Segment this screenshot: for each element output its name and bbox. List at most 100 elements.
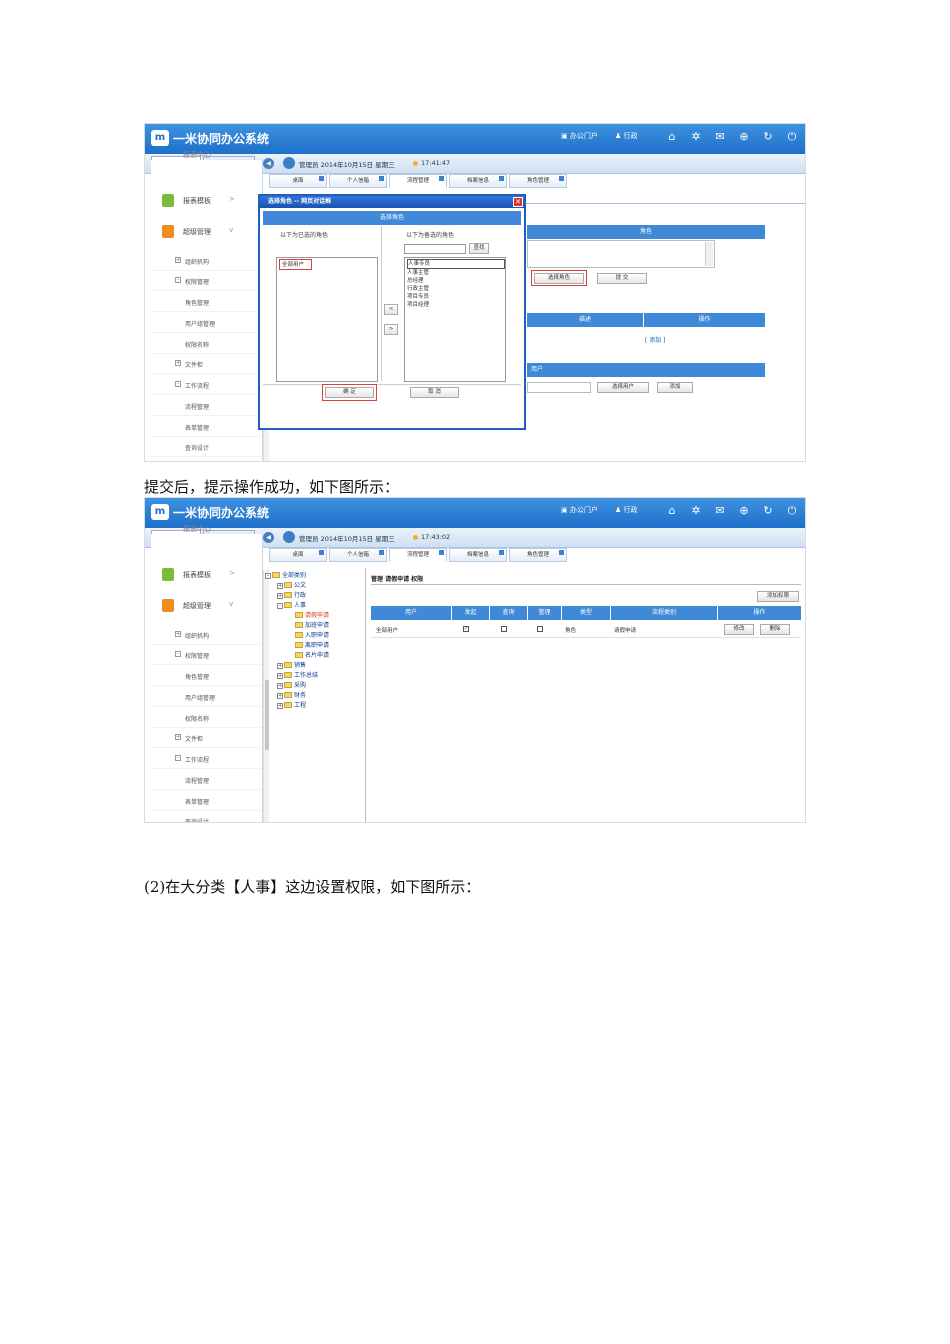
nav-portal[interactable]: ▣ 办公门户: [561, 505, 598, 515]
tree-node-sales[interactable]: + 销售: [277, 660, 306, 669]
list-item[interactable]: 人事主管: [407, 269, 503, 277]
sidebar-item-super[interactable]: 超级管理 v: [151, 591, 262, 621]
sidebar-sub-query[interactable]: 查询设计: [151, 437, 262, 457]
tab-archive[interactable]: 档案信息: [449, 174, 507, 188]
tree-node-summary[interactable]: + 工作总结: [277, 670, 318, 679]
list-item[interactable]: 项目专员: [407, 293, 503, 301]
tree-node-finance[interactable]: + 财务: [277, 690, 306, 699]
sidebar-sub-files[interactable]: + 文件柜: [151, 354, 262, 374]
tree-node-leave[interactable]: 请假申请: [295, 610, 329, 619]
nav-portal[interactable]: ▣ 办公门户: [561, 131, 598, 141]
tree-node-onboard[interactable]: 入职申请: [295, 630, 329, 639]
role-textarea[interactable]: [527, 240, 715, 268]
tree-node-xingzheng[interactable]: + 行政: [277, 590, 306, 599]
sidebar-item-report[interactable]: 报表模板 >: [151, 186, 262, 216]
gear-icon[interactable]: ✲: [690, 504, 702, 517]
select-user-button[interactable]: 选择用户: [597, 382, 649, 393]
tab-role[interactable]: 角色管理: [509, 548, 567, 562]
tab-desktop[interactable]: 桌面: [269, 548, 327, 562]
select-role-button[interactable]: 选择角色: [534, 273, 584, 284]
sidebar-sub-formmgmt[interactable]: 表单管理: [151, 417, 262, 437]
tab-mailbox[interactable]: 个人信箱: [329, 174, 387, 188]
cancel-button[interactable]: 取 消: [410, 387, 459, 398]
tab-desktop[interactable]: 桌面: [269, 174, 327, 188]
sidebar-sub-query[interactable]: 查询设计: [151, 811, 262, 822]
sidebar-sub-usergroup[interactable]: 用户组管理: [151, 313, 262, 333]
sidebar-item-super[interactable]: 超级管理 v: [151, 217, 262, 247]
power-icon[interactable]: ⏻: [786, 130, 798, 144]
sidebar-sub-permname[interactable]: 权限名称: [151, 708, 262, 728]
sidebar-sub-workflow[interactable]: - 工作流程: [151, 375, 262, 395]
gear-icon[interactable]: ✲: [690, 130, 702, 143]
refresh-icon[interactable]: ↻: [762, 130, 774, 143]
query-checkbox[interactable]: [501, 626, 507, 632]
add-link[interactable]: [ 添加 ]: [645, 335, 666, 344]
selected-role-item[interactable]: 全部用户: [279, 259, 312, 270]
sidebar-sub-org[interactable]: + 组织机构: [151, 251, 262, 271]
tab-role[interactable]: 角色管理: [509, 174, 567, 188]
tree-node-renshi[interactable]: - 人事: [277, 600, 306, 609]
home-icon[interactable]: ⌂: [666, 504, 678, 517]
tree-node-overtime[interactable]: 加班申请: [295, 620, 329, 629]
role-search-input[interactable]: [404, 244, 466, 254]
sidebar-sub-formmgmt[interactable]: 表单管理: [151, 791, 262, 811]
sidebar-sub-role[interactable]: 角色管理: [151, 292, 262, 312]
candidate-roles-list[interactable]: 人事专员 人事主管 总经理 行政主管 项目专员 项目经理: [404, 257, 506, 382]
delete-button[interactable]: 删除: [760, 624, 790, 635]
tab-archive[interactable]: 档案信息: [449, 548, 507, 562]
mail-icon[interactable]: ✉: [714, 130, 726, 143]
tree-node-engineering[interactable]: + 工程: [277, 700, 306, 709]
back-icon[interactable]: ◀: [263, 532, 274, 543]
ok-button[interactable]: 确 定: [325, 387, 374, 398]
power-icon[interactable]: ⏻: [786, 504, 798, 518]
nav-admin[interactable]: ♟ 行政: [615, 131, 638, 141]
initiate-checkbox[interactable]: ✓: [463, 626, 469, 632]
move-left-button[interactable]: <: [384, 304, 398, 315]
sidebar-partial-item[interactable]: 报表中心: [151, 150, 262, 162]
home-icon[interactable]: ⌂: [666, 130, 678, 143]
tab-mailbox[interactable]: 个人信箱: [329, 548, 387, 562]
tab-workflow[interactable]: 流程管理: [389, 174, 447, 188]
sidebar-sub-permname[interactable]: 权限名称: [151, 334, 262, 354]
tree-root[interactable]: - 全部类别: [265, 570, 306, 579]
sidebar-sub-files[interactable]: + 文件柜: [151, 728, 262, 748]
move-right-button[interactable]: >: [384, 324, 398, 335]
tree-node-gongwen[interactable]: + 公文: [277, 580, 306, 589]
tree-node-card[interactable]: 名片申请: [295, 650, 329, 659]
submit-button[interactable]: 提 交: [597, 273, 647, 284]
add-button[interactable]: 添加: [657, 382, 693, 393]
list-item[interactable]: 项目经理: [407, 301, 503, 309]
nav-admin[interactable]: ♟ 行政: [615, 505, 638, 515]
close-icon[interactable]: ✕: [513, 197, 523, 207]
user-input[interactable]: [527, 382, 591, 393]
role-textarea-scroll[interactable]: [705, 242, 713, 266]
sidebar-sub-perm[interactable]: - 权限管理: [151, 271, 262, 291]
list-item[interactable]: 人事专员: [407, 259, 505, 269]
tab-bar: 桌面 个人信箱 流程管理 档案信息 角色管理: [263, 548, 805, 564]
download-icon[interactable]: ⊕: [738, 130, 750, 143]
list-item[interactable]: 总经理: [407, 277, 503, 285]
download-icon[interactable]: ⊕: [738, 504, 750, 517]
mail-icon[interactable]: ✉: [714, 504, 726, 517]
sidebar-sub-perm[interactable]: - 权限管理: [151, 645, 262, 665]
sidebar-sub-flowmgmt[interactable]: 流程管理: [151, 396, 262, 416]
sidebar-sub-usergroup[interactable]: 用户组管理: [151, 687, 262, 707]
tree-node-purchase[interactable]: + 采购: [277, 680, 306, 689]
tab-workflow[interactable]: 流程管理: [389, 548, 447, 562]
edit-button[interactable]: 修改: [724, 624, 754, 635]
tree-node-resign[interactable]: 离职申请: [295, 640, 329, 649]
search-button[interactable]: 查找: [469, 243, 489, 254]
sidebar-partial-item[interactable]: 报表中心: [151, 524, 262, 536]
refresh-icon[interactable]: ↻: [762, 504, 774, 517]
sidebar-item-report[interactable]: 报表模板 >: [151, 560, 262, 590]
add-permission-button[interactable]: 添加权限: [757, 591, 799, 602]
manage-checkbox[interactable]: [537, 626, 543, 632]
back-icon[interactable]: ◀: [263, 158, 274, 169]
list-item[interactable]: 行政主管: [407, 285, 503, 293]
sidebar-sub-role[interactable]: 角色管理: [151, 666, 262, 686]
sidebar-sub-flowmgmt[interactable]: 流程管理: [151, 770, 262, 790]
folder-icon: [284, 602, 292, 608]
sidebar-sub-workflow[interactable]: - 工作流程: [151, 749, 262, 769]
selected-roles-list[interactable]: 全部用户: [276, 257, 378, 382]
sidebar-sub-org[interactable]: + 组织机构: [151, 625, 262, 645]
